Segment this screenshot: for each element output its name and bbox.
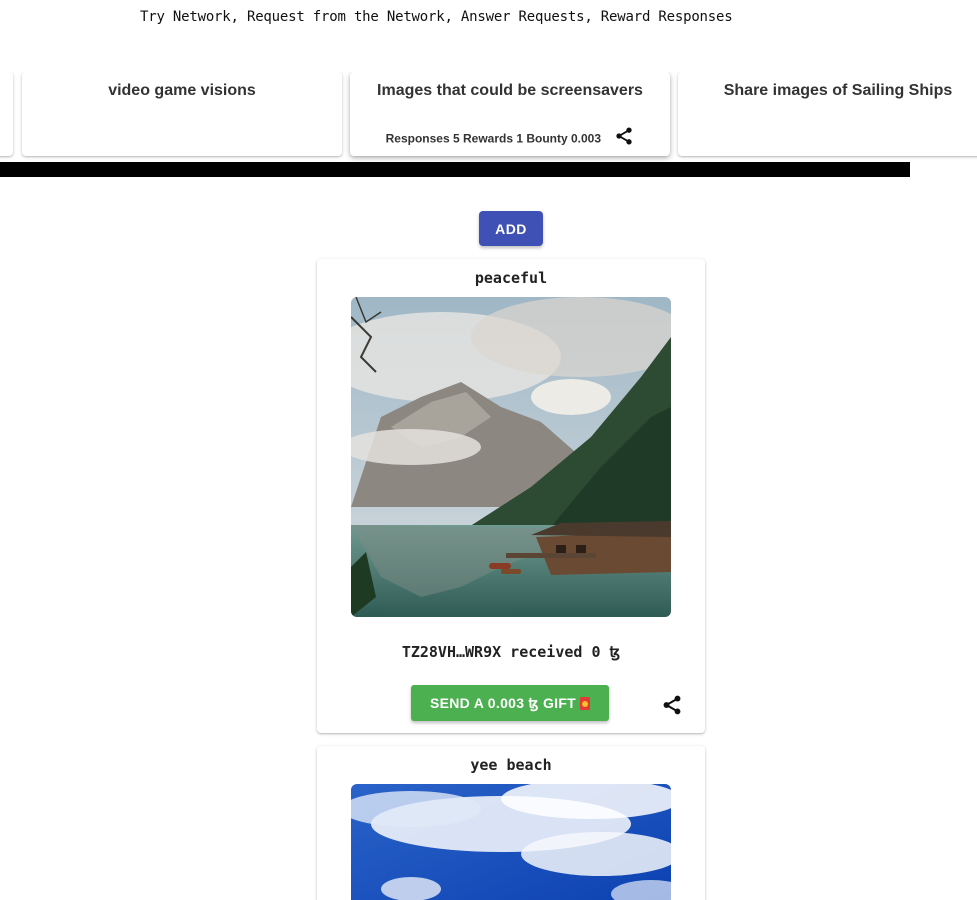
response-image-mountain-lake[interactable] [351,297,671,617]
response-card-yee-beach: yee beach [317,746,705,900]
request-title: Images that could be screensavers [377,82,643,99]
request-carousel: video game visions Images that could be … [0,72,977,162]
response-title: yee beach [470,756,552,774]
request-card-previous[interactable] [0,72,13,156]
response-card-peaceful: peaceful TZ28VH…WR9X received 0 ꜩ SEND A… [317,259,705,733]
add-button[interactable]: ADD [479,211,543,246]
response-image-blue-sky[interactable] [351,784,671,900]
request-card-sailing-ships[interactable]: Share images of Sailing Ships [678,72,977,156]
request-card-screensavers[interactable]: Images that could be screensavers Respon… [350,72,670,156]
share-icon[interactable] [614,126,634,149]
response-title: peaceful [474,269,548,287]
request-card-video-game-visions[interactable]: video game visions [22,72,342,156]
request-title: video game visions [108,82,256,99]
request-stats: Responses 5 Rewards 1 Bounty 0.003 [350,127,670,149]
send-gift-label: SEND A 0.003 ꜩ GIFT [429,694,577,711]
request-stats-text: Responses 5 Rewards 1 Bounty 0.003 [385,131,602,146]
send-gift-button[interactable]: SEND A 0.003 ꜩ GIFT [411,685,609,721]
share-icon[interactable] [661,694,683,721]
red-envelope-icon [580,696,591,710]
receiver-status: TZ28VH…WR9X received 0 ꜩ [401,643,621,661]
carousel-scrollbar[interactable] [0,162,910,177]
top-banner: Try Network, Request from the Network, A… [140,9,733,25]
request-title: Share images of Sailing Ships [723,82,953,99]
